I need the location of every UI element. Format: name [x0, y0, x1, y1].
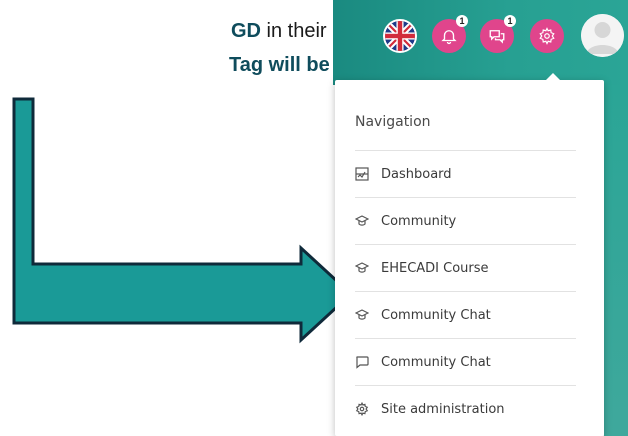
menu-item-label: Community Chat [381, 354, 491, 370]
uk-flag-icon[interactable] [383, 19, 417, 53]
document-highlight: GD [231, 20, 261, 42]
messages-button[interactable]: 1 [480, 15, 516, 53]
menu-item-label: Dashboard [381, 166, 452, 182]
menu-item-community-chat[interactable]: Community Chat [355, 338, 576, 385]
menu-item-community[interactable]: Community [355, 197, 576, 244]
navigation-heading: Navigation [355, 114, 431, 130]
menu-item-dashboard[interactable]: Dashboard [355, 150, 576, 197]
gear-icon [355, 402, 369, 416]
chat-bubbles-icon [489, 30, 505, 44]
graduation-cap-icon [355, 308, 369, 322]
speech-bubble-icon [355, 355, 369, 369]
dropdown-caret [546, 73, 560, 80]
top-navbar: 1 1 [333, 0, 628, 85]
document-text: GD in their Tag will be [0, 14, 330, 82]
graduation-cap-icon [355, 261, 369, 275]
menu-item-label: Community [381, 213, 457, 229]
notification-bell-icon [441, 30, 457, 45]
document-line-2-text: Tag will be [229, 54, 330, 76]
settings-button[interactable] [530, 19, 564, 53]
document-line-1-text: in their [261, 20, 327, 42]
notifications-badge: 1 [456, 15, 468, 27]
messages-badge: 1 [504, 15, 516, 27]
menu-item-ehecadi-course[interactable]: EHECADI Course [355, 244, 576, 291]
document-line-2: Tag will be [0, 48, 330, 82]
dashboard-icon [355, 167, 369, 181]
page-background-strip [604, 85, 628, 436]
navigation-dropdown: Navigation Dashboard Community EHECADI C… [335, 73, 604, 436]
menu-item-site-administration[interactable]: Site administration [355, 385, 576, 432]
gear-icon [539, 27, 555, 45]
menu-item-community-chat-course[interactable]: Community Chat [355, 291, 576, 338]
menu-item-label: Community Chat [381, 307, 491, 323]
notification-bell-button[interactable]: 1 [432, 15, 468, 53]
document-line-1: GD in their [0, 14, 330, 48]
menu-item-label: EHECADI Course [381, 260, 489, 276]
user-avatar-icon[interactable] [581, 14, 624, 57]
menu-item-label: Site administration [381, 401, 505, 417]
pointer-arrow-shape [12, 97, 354, 344]
graduation-cap-icon [355, 214, 369, 228]
